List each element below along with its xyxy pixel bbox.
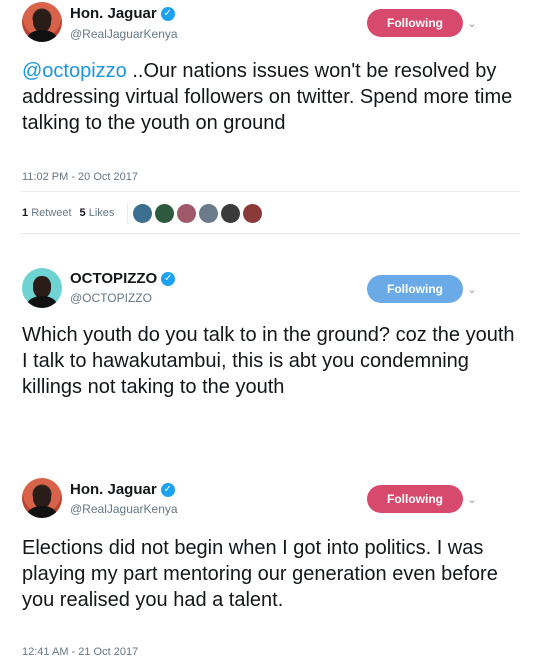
- divider: [20, 233, 520, 234]
- avatar[interactable]: [22, 268, 62, 308]
- display-name[interactable]: Hon. Jaguar: [70, 5, 157, 22]
- tweet-text: Which youth do you talk to in the ground…: [22, 324, 515, 398]
- avatar[interactable]: [22, 2, 62, 42]
- tweet-text: @octopizzo ..Our nations issues won't be…: [22, 58, 517, 136]
- mention-link[interactable]: @octopizzo: [22, 60, 127, 82]
- verified-badge-icon: ✓: [161, 271, 176, 286]
- divider: [20, 191, 520, 192]
- verified-badge-icon: ✓: [160, 482, 175, 497]
- tweet-stats: 1 Retweet 5 Likes: [22, 207, 114, 219]
- user-handle[interactable]: @RealJaguarKenya: [70, 502, 178, 516]
- avatar[interactable]: [22, 478, 62, 518]
- following-button[interactable]: Following: [367, 275, 463, 303]
- timestamp[interactable]: 12:41 AM - 21 Oct 2017: [22, 646, 138, 658]
- chevron-down-icon[interactable]: ⌄: [465, 283, 479, 297]
- retweet-label: Retweet: [31, 207, 72, 219]
- likers-avatars: [133, 204, 262, 223]
- display-name[interactable]: Hon. Jaguar: [70, 481, 157, 498]
- divider: [127, 203, 128, 223]
- likes-label: Likes: [88, 207, 115, 219]
- name-row: Hon. Jaguar ✓: [70, 481, 175, 498]
- liker-avatar[interactable]: [221, 204, 240, 223]
- name-row: OCTOPIZZO ✓: [70, 270, 176, 287]
- retweet-stat[interactable]: 1 Retweet: [22, 207, 72, 219]
- name-row: Hon. Jaguar ✓: [70, 5, 175, 22]
- chevron-down-icon[interactable]: ⌄: [465, 493, 479, 507]
- timestamp[interactable]: 11:02 PM - 20 Oct 2017: [22, 171, 138, 183]
- display-name[interactable]: OCTOPIZZO: [70, 270, 157, 287]
- liker-avatar[interactable]: [133, 204, 152, 223]
- user-handle[interactable]: @OCTOPIZZO: [70, 291, 152, 305]
- liker-avatar[interactable]: [243, 204, 262, 223]
- tweet-text: Elections did not begin when I got into …: [22, 537, 498, 611]
- liker-avatar[interactable]: [177, 204, 196, 223]
- likes-stat[interactable]: 5 Likes: [80, 207, 115, 219]
- chevron-down-icon[interactable]: ⌄: [465, 17, 479, 31]
- liker-avatar[interactable]: [199, 204, 218, 223]
- following-button[interactable]: Following: [367, 485, 463, 513]
- following-button[interactable]: Following: [367, 9, 463, 37]
- verified-badge-icon: ✓: [160, 6, 175, 21]
- liker-avatar[interactable]: [155, 204, 174, 223]
- likes-count: 5: [79, 207, 86, 219]
- user-handle[interactable]: @RealJaguarKenya: [70, 27, 178, 41]
- retweet-count: 1: [22, 207, 29, 219]
